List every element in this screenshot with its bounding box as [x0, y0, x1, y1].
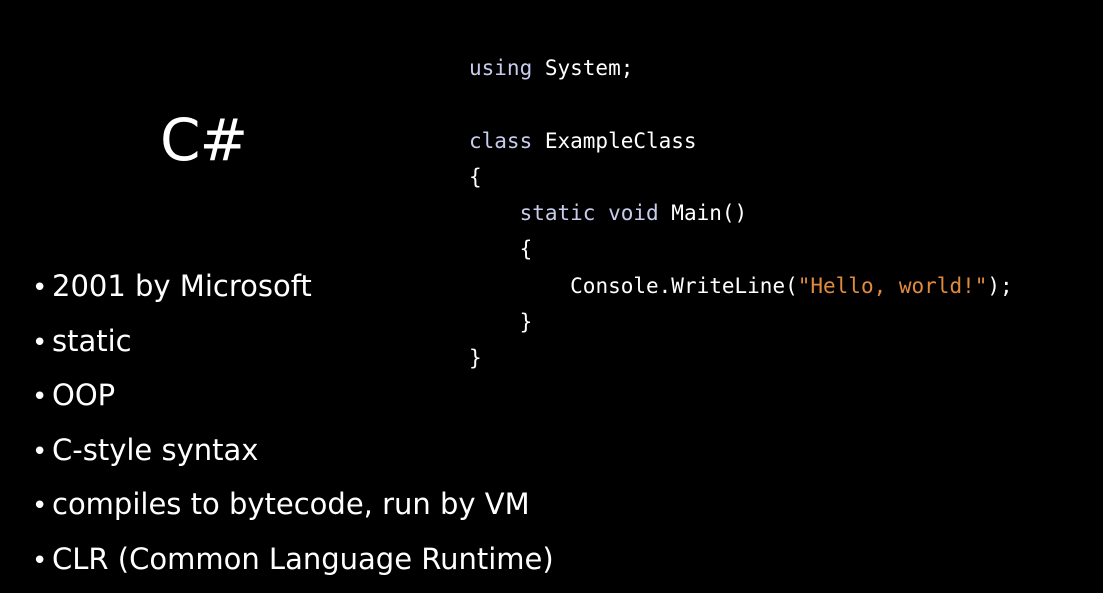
- code-keyword: using: [469, 56, 533, 80]
- bullet-text: static: [52, 323, 132, 358]
- code-line: {: [469, 159, 1013, 195]
- code-string: "Hello, world!": [797, 273, 988, 298]
- bullet-dot-icon: •: [32, 327, 48, 358]
- bullet-dot-icon: •: [32, 273, 48, 303]
- code-block: using System; class ExampleClass { stati…: [469, 50, 1013, 377]
- code-line: static void Main(): [469, 195, 1013, 231]
- slide-title: C#: [160, 106, 248, 174]
- code-text: {: [519, 237, 533, 262]
- code-keyword: static void: [519, 201, 659, 226]
- code-line: {: [469, 231, 1013, 267]
- bullet-item: • compiles to bytecode, run by VM: [32, 477, 554, 532]
- code-line: }: [469, 340, 1013, 376]
- code-keyword: class: [469, 128, 533, 153]
- bullet-dot-icon: •: [32, 491, 48, 522]
- bullet-text: OOP: [52, 378, 116, 413]
- code-text: }: [519, 310, 533, 335]
- code-text: }: [469, 346, 482, 371]
- code-line: }: [469, 304, 1013, 340]
- bullet-text: compiles to bytecode, run by VM: [52, 487, 530, 522]
- bullet-dot-icon: •: [32, 382, 48, 413]
- code-line: class ExampleClass: [469, 123, 1013, 159]
- bullet-item: • C-style syntax: [32, 423, 554, 478]
- code-text: ExampleClass: [532, 128, 697, 153]
- code-text: {: [469, 164, 482, 189]
- code-text: Console.WriteLine(: [570, 273, 798, 298]
- code-text: Main(): [658, 201, 748, 226]
- slide: C# • 2001 by Microsoft • static • OOP • C-st…: [0, 0, 1103, 593]
- bullet-item: • CLR (Common Language Runtime): [32, 532, 554, 587]
- bullet-dot-icon: •: [32, 436, 48, 467]
- code-line: Console.WriteLine("Hello, world!");: [469, 268, 1013, 304]
- code-text: );: [987, 273, 1013, 298]
- bullet-text: C-style syntax: [52, 432, 259, 467]
- code-text: System;: [532, 56, 634, 80]
- bullet-text: CLR (Common Language Runtime): [52, 541, 554, 576]
- code-line: using System;: [469, 50, 1013, 86]
- bullet-text: 2001 by Microsoft: [52, 269, 312, 303]
- bullet-dot-icon: •: [32, 545, 48, 576]
